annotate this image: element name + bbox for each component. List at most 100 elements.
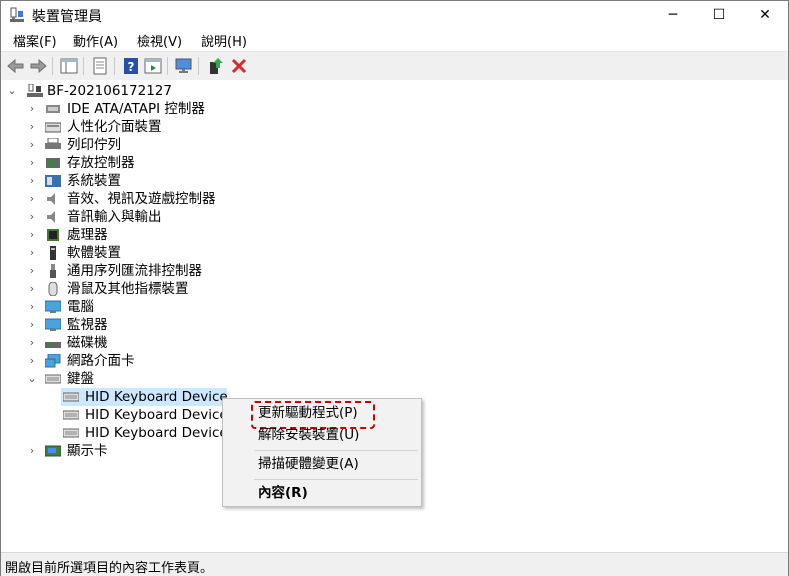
device-label: HID Keyboard Device [85,407,228,423]
disk-drive-icon [45,342,61,348]
menu-file[interactable]: 檔案(F) [13,31,57,50]
menu-action[interactable]: 動作(A) [73,31,118,50]
chevron-right-icon[interactable]: › [27,280,37,298]
tree-category-printer[interactable]: › 列印佇列 [25,136,325,154]
chevron-right-icon[interactable]: › [27,136,37,154]
usb-icon [50,264,56,278]
menu-uninstall-device[interactable]: 解除安裝裝置(U) [258,425,359,445]
chevron-down-icon[interactable]: ⌄ [27,370,37,388]
tree-root[interactable]: ⌄ BF-202106172127 [7,82,307,100]
scan-hardware-icon[interactable] [174,56,194,76]
keyboard-icon [63,392,79,402]
toolbar-separator [167,57,168,75]
ide-controller-icon [46,105,60,113]
computer-icon [45,300,61,313]
maximize-button[interactable]: ☐ [696,1,742,29]
toolbar-separator [52,57,53,75]
tree-category-disk-drive[interactable]: › 磁碟機 [25,334,325,352]
mouse-icon [48,282,58,296]
chevron-down-icon[interactable]: ⌄ [7,82,17,100]
svg-text:?: ? [128,60,135,74]
chevron-right-icon[interactable]: › [27,226,37,244]
tree-category-storage-controller[interactable]: › 存放控制器 [25,154,325,172]
tree-category-keyboard[interactable]: ⌄ 鍵盤 [25,370,325,388]
tree-category-mouse[interactable]: › 滑鼠及其他指標裝置 [25,280,325,298]
status-bar: 開啟目前所選項目的內容工作表頁。 [1,552,788,576]
tree-category-label: 音訊輸入與輸出 [67,209,162,225]
tree-category-monitor[interactable]: › 監視器 [25,316,325,334]
chevron-right-icon[interactable]: › [27,442,37,460]
hid-device-icon [45,122,61,133]
tree-category-label: 網路介面卡 [67,353,135,369]
software-device-icon [50,246,56,260]
tree-device-hid-keyboard-3[interactable]: HID Keyboard Device [61,424,228,442]
tree-category-speaker[interactable]: › 音效、視訊及遊戲控制器 [25,190,325,208]
update-driver-icon[interactable] [206,56,226,76]
device-label: HID Keyboard Device [85,425,228,441]
status-text: 開啟目前所選項目的內容工作表頁。 [5,561,214,576]
keyboard-icon [63,410,79,420]
chevron-right-icon[interactable]: › [27,190,37,208]
tree-device-hid-keyboard-1[interactable]: HID Keyboard Device [61,388,228,406]
tree-category-label: 列印佇列 [67,137,121,153]
properties-icon[interactable] [90,56,110,76]
menu-separator [254,450,418,451]
tree-category-ide-controller[interactable]: › IDE ATA/ATAPI 控制器 [25,100,325,118]
chevron-right-icon[interactable]: › [27,352,37,370]
action-pane-icon[interactable] [143,56,163,76]
menu-help[interactable]: 說明(H) [201,31,247,50]
chevron-right-icon[interactable]: › [27,208,37,226]
menu-properties[interactable]: 內容(R) [258,483,308,503]
tree-category-label: 軟體裝置 [67,245,121,261]
display-adapter-icon [45,445,61,457]
tree-category-network-adapter[interactable]: › 網路介面卡 [25,352,325,370]
tree-category-usb[interactable]: › 通用序列匯流排控制器 [25,262,325,280]
menu-update-driver[interactable]: 更新驅動程式(P) [258,403,358,423]
tree-category-computer[interactable]: › 電腦 [25,298,325,316]
computer-root-icon [27,84,43,97]
tree-category-processor[interactable]: › 處理器 [25,226,325,244]
uninstall-device-icon[interactable] [229,56,249,76]
chevron-right-icon[interactable]: › [27,244,37,262]
chevron-right-icon[interactable]: › [27,100,37,118]
close-button[interactable]: ✕ [742,1,788,29]
tree-category-label: 處理器 [67,227,108,243]
tree-category-label: 人性化介面裝置 [67,119,162,135]
tree-category-label: IDE ATA/ATAPI 控制器 [67,101,205,117]
show-hide-console-tree-icon[interactable] [59,56,79,76]
chevron-right-icon[interactable]: › [27,316,37,334]
printer-icon [45,138,61,149]
help-icon[interactable]: ? [121,56,141,76]
chevron-right-icon[interactable]: › [27,172,37,190]
tree-category-label: 磁碟機 [67,335,108,351]
device-label: HID Keyboard Device [85,389,228,405]
tree-category-hid-device[interactable]: › 人性化介面裝置 [25,118,325,136]
menu-bar: 檔案(F) 動作(A) 檢視(V) 說明(H) [1,29,788,51]
chevron-right-icon[interactable]: › [27,334,37,352]
tree-category-system-device[interactable]: › 系統裝置 [25,172,325,190]
toolbar-separator [83,57,84,75]
menu-view[interactable]: 檢視(V) [137,31,182,50]
chevron-right-icon[interactable]: › [27,262,37,280]
toolbar-separator [198,57,199,75]
chevron-right-icon[interactable]: › [27,298,37,316]
chevron-right-icon[interactable]: › [27,154,37,172]
menu-separator [254,479,418,480]
processor-icon [47,229,59,241]
context-menu: 更新驅動程式(P) 解除安裝裝置(U) 掃描硬體變更(A) 內容(R) [222,398,422,507]
device-manager-window: 裝置管理員 ─ ☐ ✕ 檔案(F) 動作(A) 檢視(V) 說明(H) ? ⌄ … [0,0,789,576]
tree-category-label: 音效、視訊及遊戲控制器 [67,191,216,207]
back-arrow-icon[interactable] [6,56,26,76]
forward-arrow-icon[interactable] [28,56,48,76]
storage-controller-icon [46,158,60,168]
toolbar-separator [114,57,115,75]
tree-category-label: 滑鼠及其他指標裝置 [67,281,189,297]
menu-scan-hardware[interactable]: 掃描硬體變更(A) [258,454,359,474]
chevron-right-icon[interactable]: › [27,118,37,136]
speaker-icon [47,193,55,205]
tree-category-software-device[interactable]: › 軟體裝置 [25,244,325,262]
minimize-button[interactable]: ─ [650,1,696,29]
tree-category-label: 系統裝置 [67,173,121,189]
tree-category-audio-io[interactable]: › 音訊輸入與輸出 [25,208,325,226]
tree-device-hid-keyboard-2[interactable]: HID Keyboard Device [61,406,228,424]
